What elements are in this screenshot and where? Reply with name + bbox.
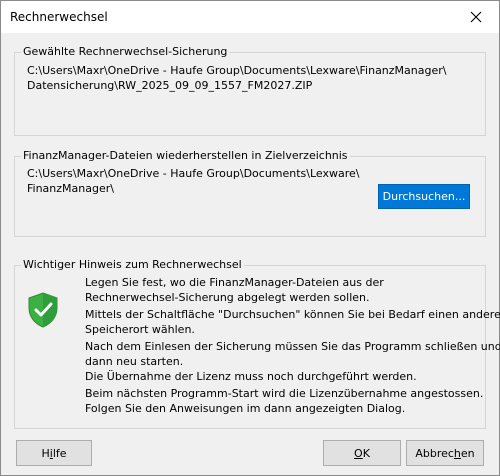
notice-text: Beim nächsten Programm-Start wird die Li… — [85, 387, 484, 400]
window-title: Rechnerwechsel — [10, 10, 108, 24]
ok-button[interactable]: OK — [323, 440, 401, 466]
dialog-window: Rechnerwechsel Gewählte Rechnerwechsel-S… — [0, 0, 500, 476]
help-button[interactable]: Hilfe — [16, 440, 92, 466]
help-button-label: Hilfe — [41, 446, 67, 460]
title-bar: Rechnerwechsel — [1, 1, 499, 33]
notice-group: Wichtiger Hinweis zum Rechnerwechsel Leg… — [14, 258, 500, 429]
restore-group: FinanzManager-Dateien wiederherstellen i… — [14, 149, 486, 237]
backup-path-line1: C:\Users\Maxr\OneDrive - Haufe Group\Doc… — [27, 64, 447, 77]
notice-text: Speicherort wählen. — [85, 323, 195, 336]
shield-check-icon — [28, 292, 58, 328]
close-icon — [470, 11, 482, 23]
ok-button-label: OK — [354, 446, 370, 460]
backup-path-line2: Datensicherung\RW_2025_09_09_1557_FM2027… — [27, 79, 313, 92]
notice-text: Folgen Sie den Anweisungen im dann angez… — [85, 402, 406, 415]
notice-text: dann neu starten. — [85, 355, 184, 368]
browse-button[interactable]: Durchsuchen... — [378, 184, 470, 209]
backup-group: Gewählte Rechnerwechsel-Sicherung C:\Use… — [14, 45, 486, 136]
notice-text: Rechnerwechsel-Sicherung abgelegt werden… — [85, 291, 370, 304]
cancel-button-label: Abbrechen — [415, 446, 475, 460]
notice-text: Nach dem Einlesen der Sicherung müssen S… — [85, 340, 500, 353]
backup-group-label: Gewählte Rechnerwechsel-Sicherung — [21, 45, 230, 59]
notice-text: Mittels der Schaltfläche "Durchsuchen" k… — [85, 308, 500, 321]
restore-path-line2: FinanzManager\ — [27, 182, 114, 195]
notice-text: Die Übernahme der Lizenz muss noch durch… — [85, 370, 417, 383]
notice-text: Legen Sie fest, wo die FinanzManager-Dat… — [85, 276, 384, 289]
notice-group-label: Wichtiger Hinweis zum Rechnerwechsel — [21, 258, 244, 272]
restore-group-label: FinanzManager-Dateien wiederherstellen i… — [21, 149, 350, 163]
restore-path-line1: C:\Users\Maxr\OneDrive - Haufe Group\Doc… — [27, 167, 360, 180]
close-button[interactable] — [453, 1, 499, 33]
cancel-button[interactable]: Abbrechen — [406, 440, 484, 466]
